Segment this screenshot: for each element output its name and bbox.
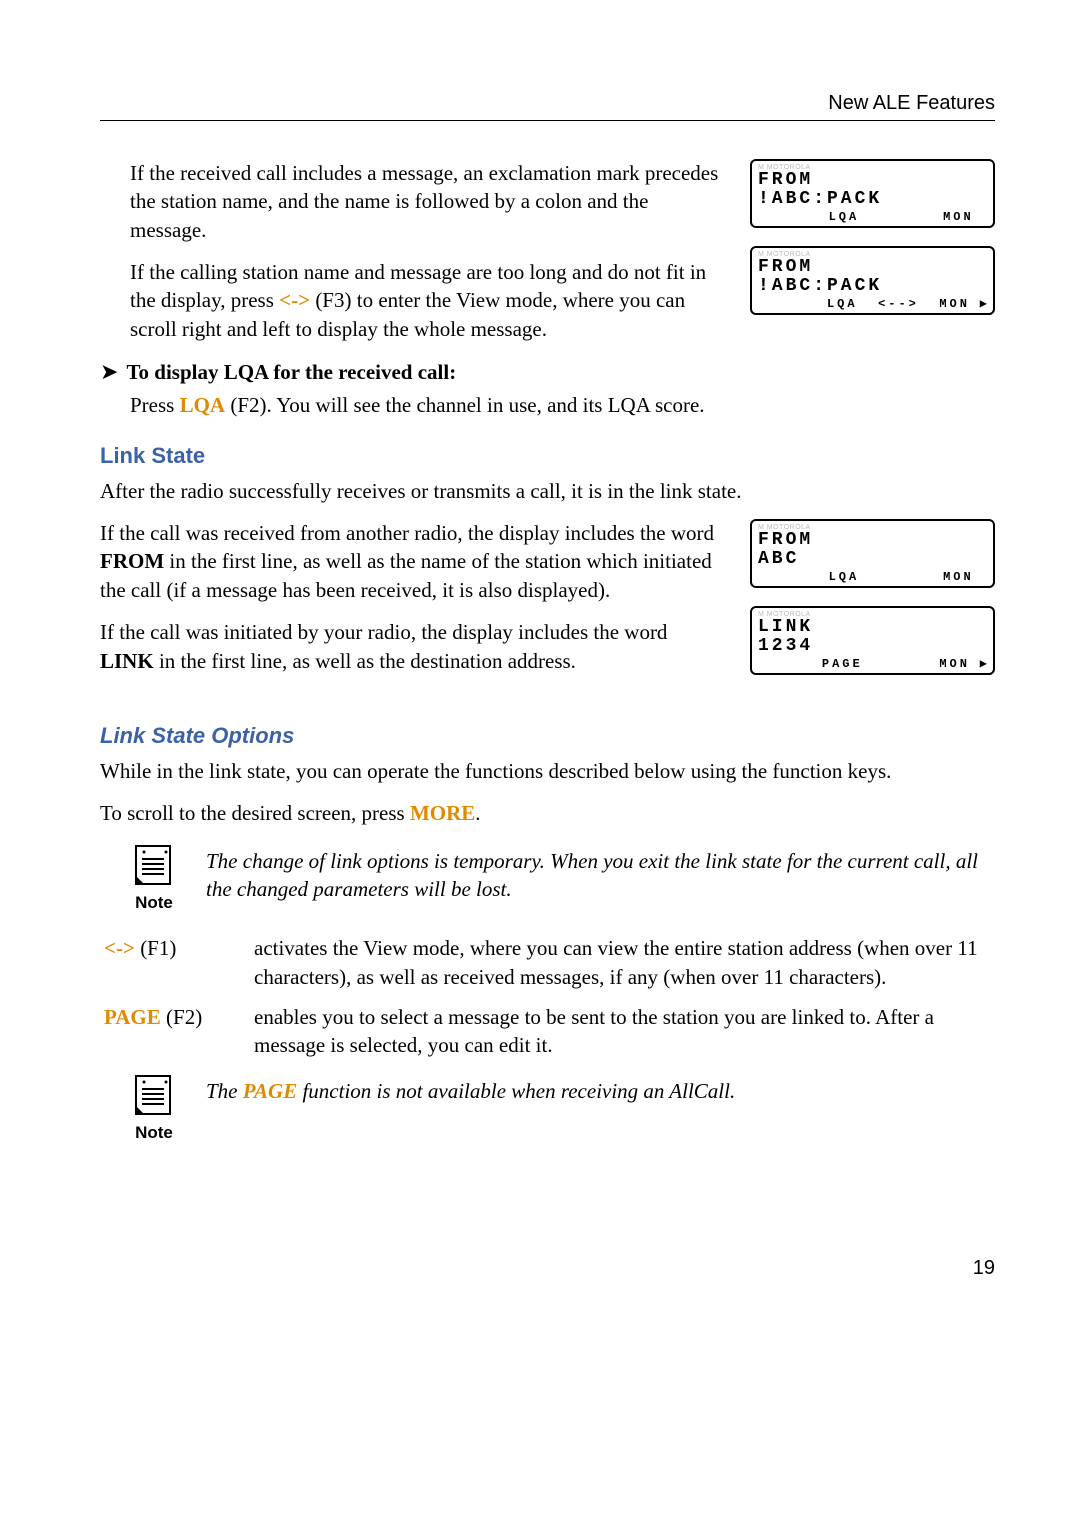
note: Note The change of link options is tempo…: [100, 842, 995, 915]
paragraph: If the received call includes a message,…: [100, 159, 725, 244]
paragraph: If the calling station name and message …: [100, 258, 725, 343]
definition-list: <-> (F1) activates the View mode, where …: [100, 934, 995, 1059]
note-icon: Note: [130, 1072, 178, 1145]
lcd-display: M MOTOROLA LINK 1234 PAGEMON▶: [750, 606, 995, 675]
note: Note The PAGE function is not available …: [100, 1072, 995, 1145]
procedure-step: Press LQA (F2). You will see the channel…: [100, 391, 995, 419]
note-text: The change of link options is temporary.…: [206, 842, 995, 904]
paragraph: While in the link state, you can operate…: [100, 757, 995, 785]
heading-link-state: Link State: [100, 441, 995, 471]
heading-link-state-options: Link State Options: [100, 721, 995, 751]
key-label: LQA: [180, 393, 226, 417]
key-label: PAGE: [104, 1005, 161, 1029]
definition-row: <-> (F1) activates the View mode, where …: [100, 934, 995, 991]
key-label: PAGE: [243, 1079, 297, 1103]
key-label: <->: [104, 936, 135, 960]
page-number: 19: [100, 1255, 995, 1282]
paragraph: If the call was initiated by your radio,…: [100, 618, 725, 675]
header-title: New ALE Features: [828, 92, 995, 114]
paragraph: To scroll to the desired screen, press M…: [100, 799, 995, 827]
arrow-icon: ➤: [100, 357, 118, 387]
note-icon: Note: [130, 842, 178, 915]
definition-row: PAGE (F2) enables you to select a messag…: [100, 1003, 995, 1060]
lcd-display: M MOTOROLA FROM ABC LQAMON: [750, 519, 995, 588]
key-label: <->: [279, 288, 310, 312]
lcd-display: M MOTOROLA FROM !ABC:PACK LQA<-->MON▶: [750, 246, 995, 315]
lcd-display: M MOTOROLA FROM !ABC:PACK LQAMON: [750, 159, 995, 228]
paragraph: After the radio successfully receives or…: [100, 477, 995, 505]
note-text: The PAGE function is not available when …: [206, 1072, 995, 1105]
page-header: New ALE Features: [100, 90, 995, 121]
paragraph: If the call was received from another ra…: [100, 519, 725, 604]
key-label: MORE: [410, 801, 475, 825]
procedure-heading: ➤ To display LQA for the received call:: [100, 357, 995, 387]
